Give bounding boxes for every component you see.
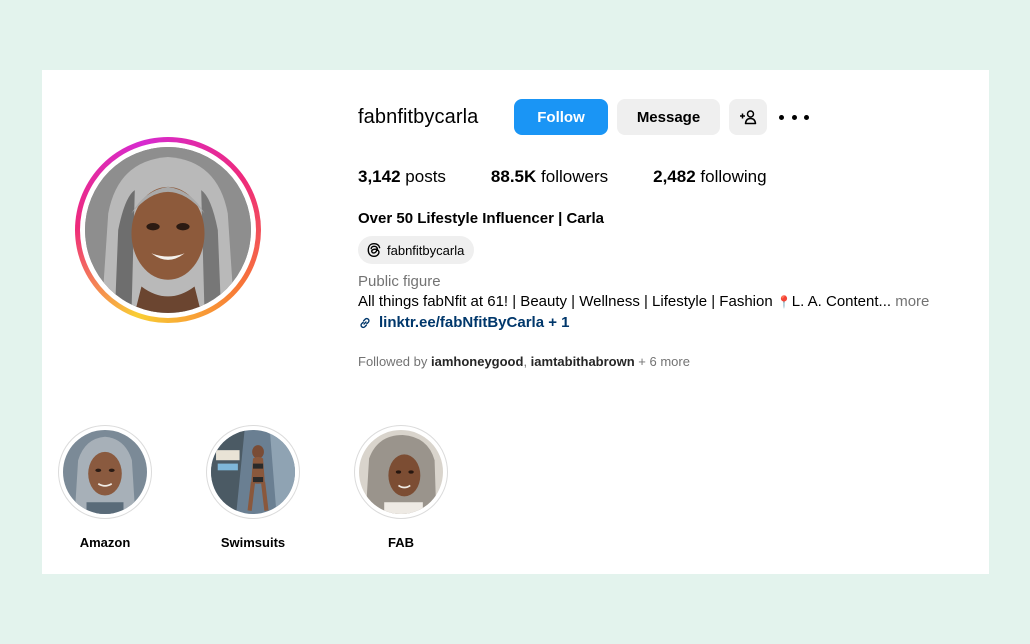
highlight-fab-image [359, 430, 443, 514]
highlight-cover [359, 430, 443, 514]
followed-by[interactable]: Followed by iamhoneygood, iamtabithabrow… [358, 354, 690, 369]
profile-card: fabnfitbycarla Follow Message 3,142 post… [42, 70, 989, 574]
profile-bio: All things fabNfit at 61! | Beauty | Wel… [358, 293, 929, 310]
followers-count: 88.5K [490, 167, 537, 186]
highlight-swimsuits[interactable]: Swimsuits [203, 425, 303, 550]
highlight-cover [211, 430, 295, 514]
bio-tail: L. A. Content... [791, 293, 892, 310]
profile-avatar-story-ring[interactable] [75, 137, 261, 323]
highlight-swimsuits-image [211, 430, 295, 514]
link-icon [360, 317, 370, 328]
more-options-icon[interactable] [779, 106, 809, 128]
highlight-amazon-image [63, 430, 147, 514]
posts-label: posts [405, 167, 446, 186]
mutual-account-1: iamhoneygood [430, 354, 524, 369]
threads-icon [367, 242, 381, 258]
bio-more-link[interactable]: more [895, 293, 929, 310]
profile-full-name: Over 50 Lifestyle Influencer | Carla [358, 210, 604, 227]
profile-link[interactable]: linktr.ee/fabNfitByCarla + 1 [358, 314, 570, 331]
highlight-label: Swimsuits [220, 535, 286, 550]
highlight-label: FAB [388, 535, 414, 550]
follow-button[interactable]: Follow [514, 99, 608, 135]
followers-label: followers [541, 167, 609, 186]
followers-stat[interactable]: 88.5K followers [491, 167, 608, 187]
message-button[interactable]: Message [617, 99, 720, 135]
following-stat[interactable]: 2,482 following [653, 167, 766, 187]
highlight-cover [63, 430, 147, 514]
profile-category: Public figure [358, 273, 441, 290]
threads-badge[interactable]: fabnfitbycarla [358, 236, 475, 264]
highlight-fab[interactable]: FAB [351, 425, 451, 550]
pin-icon: 📍 [776, 295, 792, 309]
threads-handle: fabnfitbycarla [387, 242, 465, 258]
profile-link-text: linktr.ee/fabNfitByCarla + 1 [379, 314, 570, 331]
profile-stats: 3,142 posts 88.5K followers 2,482 follow… [358, 167, 812, 187]
profile-avatar [85, 147, 251, 313]
suggest-accounts-button[interactable] [729, 99, 767, 135]
following-count: 2,482 [653, 167, 696, 186]
highlight-amazon[interactable]: Amazon [55, 425, 155, 550]
mutual-account-2: iamtabithabrown [530, 354, 635, 369]
highlight-label: Amazon [79, 535, 131, 550]
add-user-icon [740, 110, 757, 125]
bio-text: All things fabNfit at 61! | Beauty | Wel… [358, 293, 777, 310]
posts-stat[interactable]: 3,142 posts [358, 167, 446, 187]
avatar-portrait-image [85, 147, 251, 313]
following-label: following [700, 167, 767, 186]
profile-username: fabnfitbycarla [358, 106, 479, 128]
posts-count: 3,142 [358, 167, 401, 186]
